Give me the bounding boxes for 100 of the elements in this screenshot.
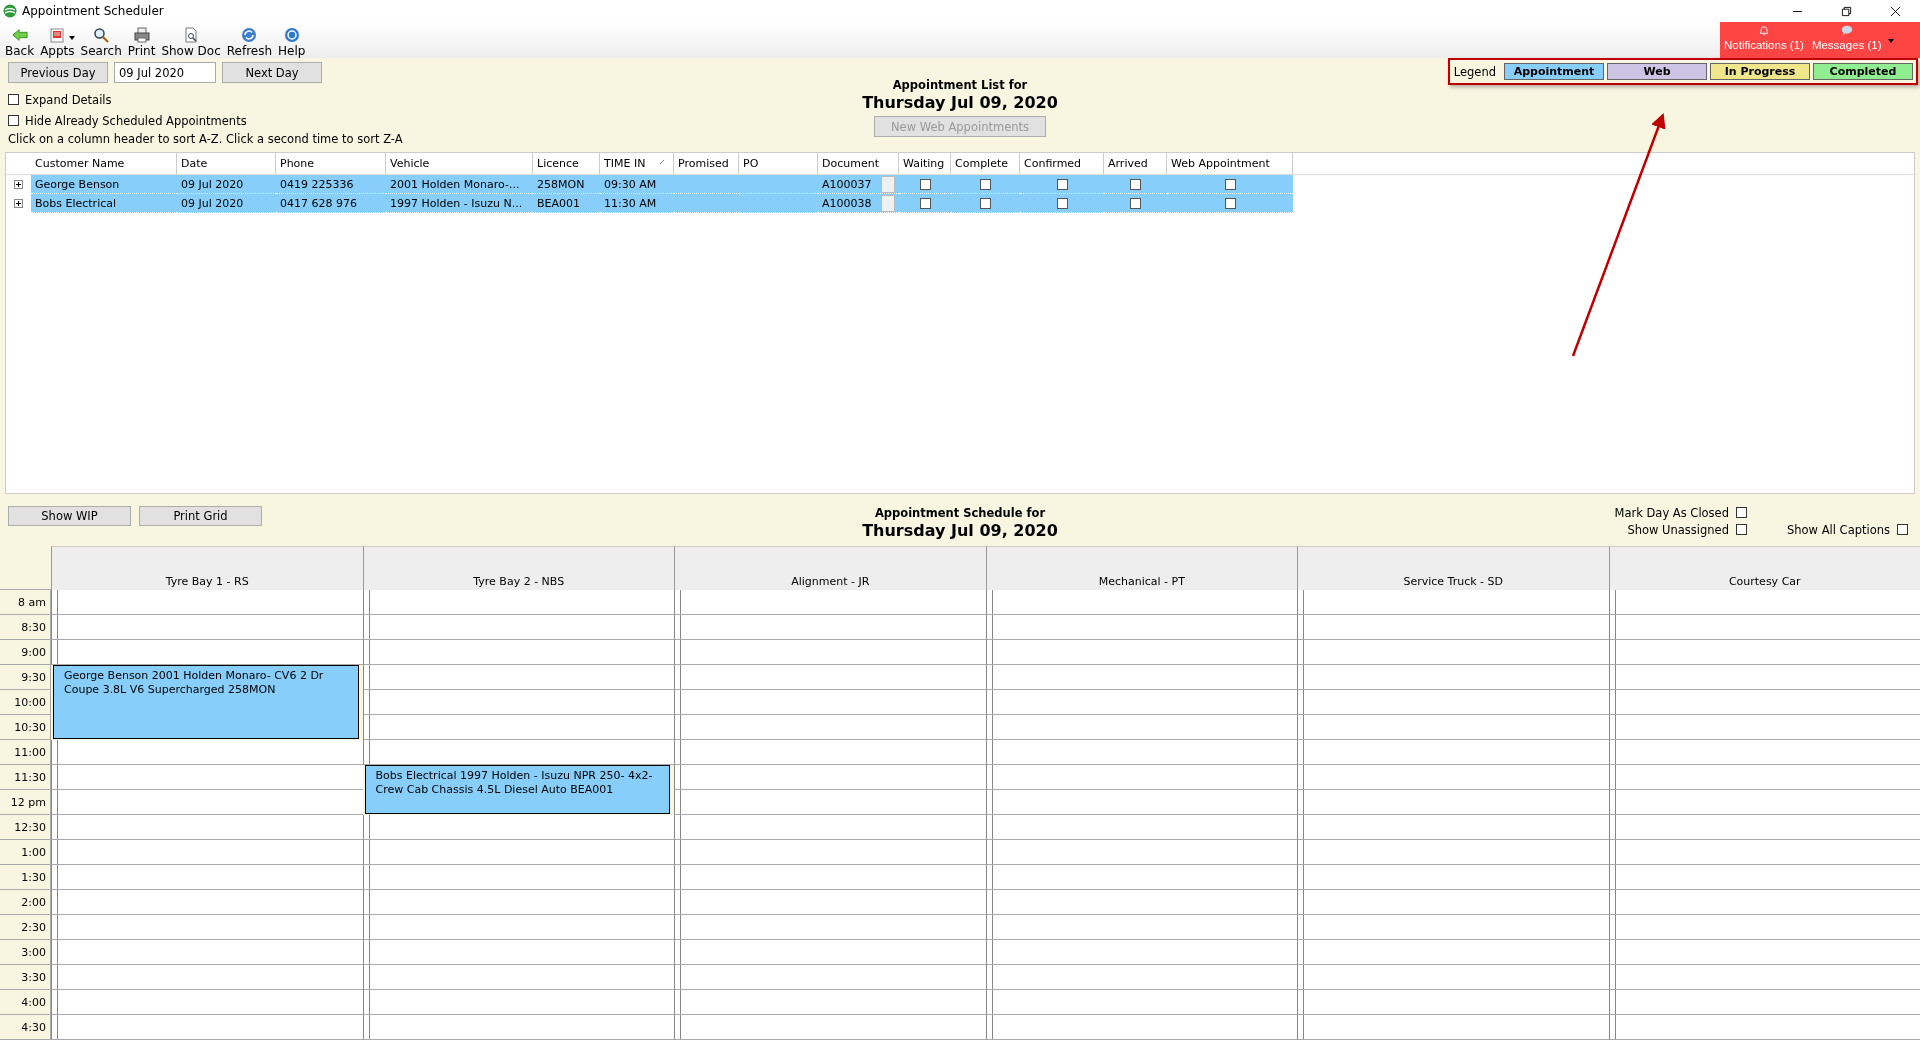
schedule-slot[interactable] (362, 615, 674, 640)
schedule-slot[interactable] (51, 615, 363, 640)
schedule-slot[interactable] (362, 665, 674, 690)
schedule-slot[interactable] (362, 1015, 674, 1040)
schedule-slot[interactable] (1297, 815, 1609, 840)
schedule-slot[interactable] (51, 915, 363, 940)
schedule-slot[interactable] (1608, 615, 1920, 640)
schedule-slot[interactable] (674, 790, 986, 815)
column-header[interactable]: PO (739, 153, 818, 174)
schedule-slot[interactable] (51, 840, 363, 865)
schedule-slot[interactable] (362, 690, 674, 715)
schedule-slot[interactable] (985, 965, 1297, 990)
schedule-slot[interactable] (985, 915, 1297, 940)
schedule-slot[interactable] (985, 590, 1297, 615)
next-day-button[interactable]: Next Day (222, 62, 322, 83)
schedule-slot[interactable] (51, 790, 363, 815)
schedule-slot[interactable] (1297, 590, 1609, 615)
schedule-slot[interactable] (985, 990, 1297, 1015)
column-header[interactable]: Promised (674, 153, 739, 174)
toolbar-button[interactable]: Help (275, 26, 309, 58)
schedule-slot[interactable] (1297, 740, 1609, 765)
column-header[interactable]: Date (177, 153, 276, 174)
checkbox[interactable] (8, 115, 19, 126)
checkbox[interactable] (8, 94, 19, 105)
schedule-slot[interactable] (362, 815, 674, 840)
schedule-slot[interactable] (985, 890, 1297, 915)
schedule-slot[interactable] (51, 990, 363, 1015)
schedule-slot[interactable] (1608, 840, 1920, 865)
schedule-slot[interactable] (674, 765, 986, 790)
schedule-slot[interactable] (985, 765, 1297, 790)
column-header[interactable]: Complete (951, 153, 1020, 174)
schedule-slot[interactable] (51, 1015, 363, 1040)
schedule-slot[interactable] (985, 1015, 1297, 1040)
schedule-slot[interactable] (674, 590, 986, 615)
schedule-slot[interactable] (1608, 990, 1920, 1015)
schedule-slot[interactable] (1608, 790, 1920, 815)
checkbox[interactable] (1130, 178, 1141, 190)
column-header[interactable]: Arrived (1104, 153, 1167, 174)
column-header[interactable]: Phone (276, 153, 386, 174)
table-row[interactable]: Bobs Electrical 09 Jul 2020 0417 628 976 1997 Holden - Isuzu N... BEA001 11:30 AM A100038 (31, 194, 1293, 213)
schedule-slot[interactable] (51, 890, 363, 915)
schedule-slot[interactable] (1297, 890, 1609, 915)
schedule-slot[interactable] (674, 640, 986, 665)
schedule-slot[interactable] (1297, 765, 1609, 790)
checkbox[interactable] (1736, 524, 1747, 535)
schedule-slot[interactable] (1297, 840, 1609, 865)
schedule-slot[interactable] (985, 790, 1297, 815)
schedule-slot[interactable] (1608, 715, 1920, 740)
schedule-slot[interactable] (674, 715, 986, 740)
schedule-slot[interactable] (674, 915, 986, 940)
toolbar-button[interactable]: Show WIP (8, 506, 131, 526)
schedule-slot[interactable] (1297, 1015, 1609, 1040)
schedule-slot[interactable] (51, 765, 363, 790)
schedule-slot[interactable] (1297, 615, 1609, 640)
schedule-slot[interactable] (1297, 865, 1609, 890)
caret-icon[interactable] (1887, 39, 1894, 43)
schedule-slot[interactable] (362, 915, 674, 940)
schedule-slot[interactable] (674, 840, 986, 865)
schedule-slot[interactable] (985, 840, 1297, 865)
schedule-slot[interactable] (674, 1015, 986, 1040)
schedule-slot[interactable] (985, 665, 1297, 690)
toolbar-button[interactable]: Appts (37, 26, 78, 58)
toolbar-button[interactable]: Search (77, 26, 125, 58)
schedule-slot[interactable] (362, 890, 674, 915)
schedule-slot[interactable] (362, 940, 674, 965)
schedule-slot[interactable] (674, 940, 986, 965)
column-header[interactable]: Document (818, 153, 899, 174)
schedule-slot[interactable] (1608, 940, 1920, 965)
schedule-slot[interactable] (362, 740, 674, 765)
schedule-slot[interactable] (1297, 940, 1609, 965)
schedule-slot[interactable] (674, 865, 986, 890)
checkbox[interactable] (980, 178, 991, 190)
schedule-slot[interactable] (1297, 665, 1609, 690)
schedule-slot[interactable] (985, 940, 1297, 965)
schedule-slot[interactable] (1608, 890, 1920, 915)
schedule-slot[interactable] (1608, 740, 1920, 765)
schedule-slot[interactable] (51, 965, 363, 990)
schedule-slot[interactable] (674, 990, 986, 1015)
schedule-slot[interactable] (985, 690, 1297, 715)
schedule-slot[interactable] (1297, 990, 1609, 1015)
checkbox[interactable] (1736, 507, 1747, 518)
column-header[interactable]: Web Appointment (1167, 153, 1293, 174)
schedule-slot[interactable] (1608, 640, 1920, 665)
schedule-slot[interactable] (1608, 665, 1920, 690)
schedule-slot[interactable] (51, 590, 363, 615)
schedule-slot[interactable] (674, 690, 986, 715)
schedule-slot[interactable] (1608, 590, 1920, 615)
schedule-slot[interactable] (51, 640, 363, 665)
schedule-slot[interactable] (674, 740, 986, 765)
schedule-slot[interactable] (1608, 690, 1920, 715)
schedule-slot[interactable] (985, 740, 1297, 765)
document-button[interactable] (881, 175, 895, 193)
schedule-slot[interactable] (1297, 690, 1609, 715)
checkbox[interactable] (919, 178, 931, 190)
schedule-slot[interactable] (674, 665, 986, 690)
column-header[interactable]: TIME IN (600, 153, 674, 174)
schedule-slot[interactable] (51, 865, 363, 890)
schedule-slot[interactable] (362, 990, 674, 1015)
toolbar-button[interactable]: Print (124, 26, 159, 58)
schedule-slot[interactable] (51, 815, 363, 840)
